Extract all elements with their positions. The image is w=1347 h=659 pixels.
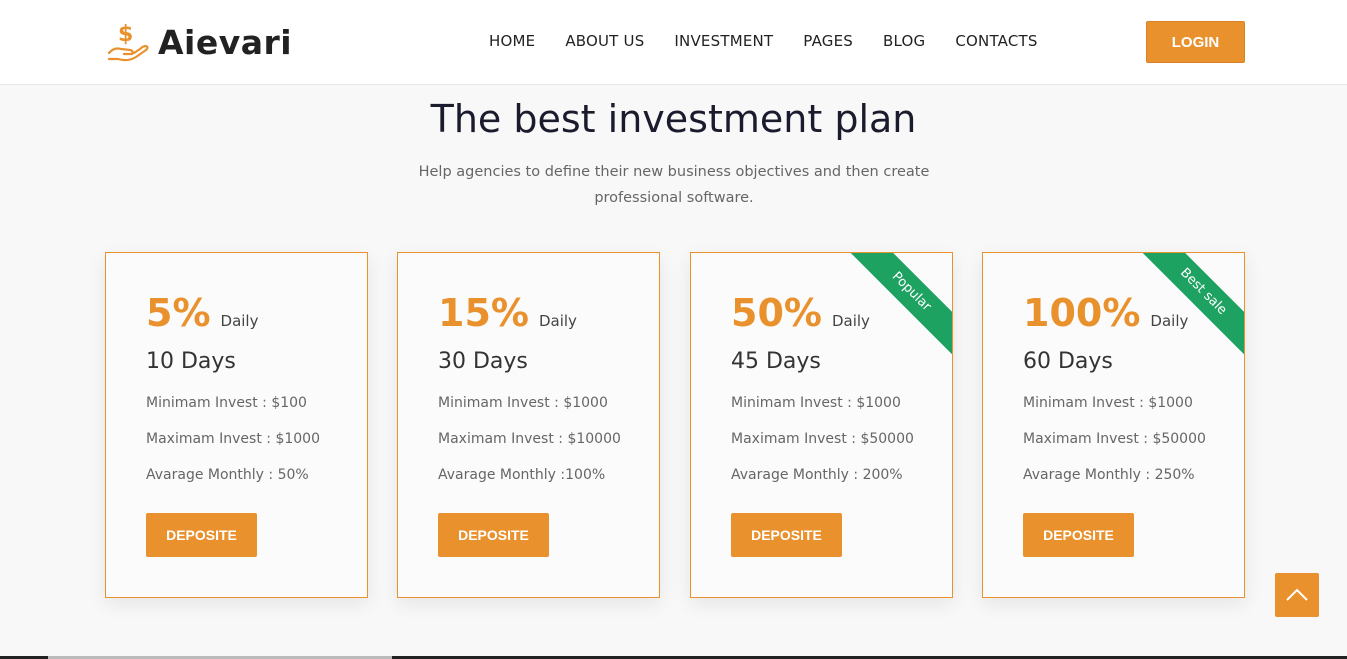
plan-period: Daily [831, 312, 870, 330]
plan-percent: 5% [146, 291, 211, 335]
brand-name: Aievari [158, 22, 293, 62]
plan-percent: 100% [1023, 291, 1141, 335]
logo[interactable]: $ Aievari [106, 18, 292, 66]
plan-percent: 50% [731, 291, 822, 335]
plan-min-invest: Minimam Invest : $1000 [438, 395, 608, 411]
plan-avg-monthly: Avarage Monthly :100% [438, 467, 606, 483]
plan-period: Daily [538, 312, 577, 330]
nav-contacts[interactable]: CONTACTS [955, 32, 1037, 50]
plan-card: Popular 50% Daily 45 Days Minimam Invest… [690, 252, 953, 598]
plan-rate: 5% Daily [146, 291, 258, 335]
plan-period: Daily [1150, 312, 1189, 330]
plan-rate: 100% Daily [1023, 291, 1188, 335]
plan-duration: 60 Days [1023, 349, 1113, 374]
plan-card: 15% Daily 30 Days Minimam Invest : $1000… [397, 252, 660, 598]
nav-pages[interactable]: PAGES [803, 32, 853, 50]
plan-avg-monthly: Avarage Monthly : 50% [146, 467, 309, 483]
nav-home[interactable]: HOME [489, 32, 535, 50]
login-button[interactable]: LOGIN [1146, 21, 1245, 63]
main-nav: HOME ABOUT US INVESTMENT PAGES BLOG CONT… [489, 32, 1068, 50]
hand-dollar-icon: $ [107, 22, 149, 62]
plan-min-invest: Minimam Invest : $1000 [1023, 395, 1193, 411]
plan-duration: 45 Days [731, 349, 821, 374]
plan-rate: 15% Daily [438, 291, 577, 335]
svg-text:$: $ [118, 22, 133, 47]
plan-rate: 50% Daily [731, 291, 870, 335]
plan-avg-monthly: Avarage Monthly : 250% [1023, 467, 1195, 483]
deposit-button[interactable]: DEPOSITE [1023, 513, 1134, 557]
plan-max-invest: Maximam Invest : $50000 [1023, 431, 1206, 447]
site-header: $ Aievari HOME ABOUT US INVESTMENT PAGES… [0, 0, 1347, 85]
scroll-to-top-button[interactable] [1275, 573, 1319, 617]
plan-max-invest: Maximam Invest : $1000 [146, 431, 320, 447]
plan-duration: 10 Days [146, 349, 236, 374]
plan-min-invest: Minimam Invest : $1000 [731, 395, 901, 411]
plan-period: Daily [220, 312, 259, 330]
chevron-up-icon [1286, 588, 1308, 601]
section-title: The best investment plan [430, 97, 917, 141]
nav-blog[interactable]: BLOG [883, 32, 925, 50]
plan-card: 5% Daily 10 Days Minimam Invest : $100 M… [105, 252, 368, 598]
nav-investment[interactable]: INVESTMENT [674, 32, 773, 50]
plan-max-invest: Maximam Invest : $10000 [438, 431, 621, 447]
nav-about-us[interactable]: ABOUT US [565, 32, 644, 50]
section-subtitle: Help agencies to define their new busine… [418, 164, 930, 206]
plan-max-invest: Maximam Invest : $50000 [731, 431, 914, 447]
plan-percent: 15% [438, 291, 529, 335]
plan-min-invest: Minimam Invest : $100 [146, 395, 307, 411]
plan-duration: 30 Days [438, 349, 528, 374]
plan-card: Best sale 100% Daily 60 Days Minimam Inv… [982, 252, 1245, 598]
deposit-button[interactable]: DEPOSITE [731, 513, 842, 557]
deposit-button[interactable]: DEPOSITE [438, 513, 549, 557]
plan-avg-monthly: Avarage Monthly : 200% [731, 467, 903, 483]
deposit-button[interactable]: DEPOSITE [146, 513, 257, 557]
